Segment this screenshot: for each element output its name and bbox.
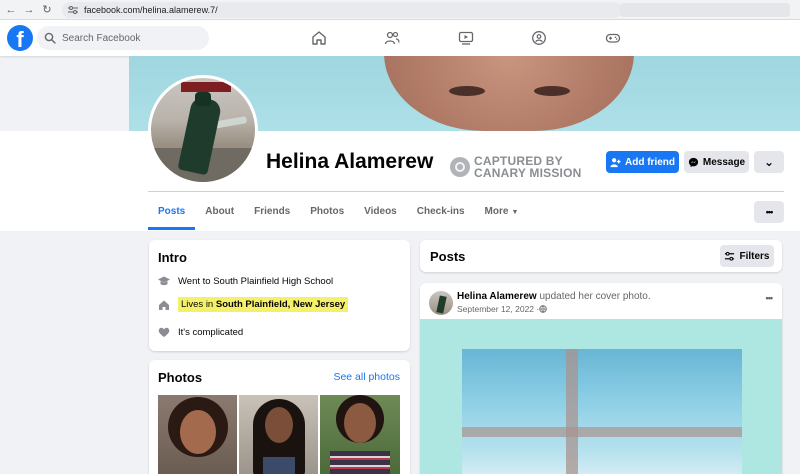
cover-eye-left [449, 86, 485, 96]
header-divider [148, 191, 784, 192]
browser-toolbar: ← → ↻ facebook.com/helina.alamerew.7/ [0, 0, 800, 20]
tab-friends[interactable]: Friends [244, 194, 300, 230]
intro-title: Intro [158, 250, 187, 265]
home-icon[interactable] [310, 29, 328, 47]
reload-button[interactable]: ↻ [38, 1, 56, 19]
profile-dropdown-button[interactable]: ⌄ [754, 151, 784, 173]
tab-more[interactable]: More ▼ [475, 194, 529, 230]
photo-2-clothing [263, 457, 295, 474]
tab-more-label: More [484, 206, 509, 217]
address-bar[interactable]: facebook.com/helina.alamerew.7/ [62, 1, 622, 18]
avatar-banner [181, 82, 231, 92]
post-author-name[interactable]: Helina Alamerew [457, 291, 537, 302]
profile-tabs: Posts About Friends Photos Videos Check-… [148, 194, 528, 230]
add-friend-button[interactable]: Add friend [606, 151, 679, 173]
messenger-icon [688, 157, 698, 167]
photo-thumbnail-3[interactable] [320, 395, 400, 474]
location-prefix: Lives in [181, 299, 216, 310]
graduation-cap-icon [158, 276, 170, 286]
tab-check-ins[interactable]: Check-ins [407, 194, 475, 230]
tab-photos[interactable]: Photos [300, 194, 354, 230]
forward-button[interactable]: → [20, 1, 38, 19]
search-icon [44, 32, 56, 44]
heart-icon [158, 327, 170, 337]
profile-avatar[interactable] [151, 78, 255, 182]
message-button[interactable]: Message [684, 151, 749, 173]
photo-3-face [344, 403, 376, 443]
blurred-toolbar-area [620, 3, 790, 17]
post-image-frame-horizontal [462, 427, 742, 437]
intro-education: Went to South Plainfield High School [158, 275, 333, 287]
add-friend-label: Add friend [625, 156, 675, 168]
tabs-overflow-button[interactable]: ••• [754, 201, 784, 223]
location-link[interactable]: South Plainfield, New Jersey [216, 299, 345, 310]
back-button[interactable]: ← [2, 1, 20, 19]
intro-relationship: It's complicated [158, 326, 243, 338]
posts-title: Posts [430, 249, 466, 264]
filters-label: Filters [739, 250, 770, 262]
add-friend-icon [610, 157, 621, 167]
cover-eye-right [534, 86, 570, 96]
post-cover-image[interactable] [420, 319, 782, 474]
photo-thumbnail-1[interactable] [158, 395, 237, 474]
photo-3-sweater [330, 451, 390, 474]
cover-photo-face [384, 56, 634, 131]
profile-name: Helina Alamerew [266, 150, 434, 173]
avatar-hat [195, 92, 211, 106]
groups-icon[interactable] [530, 29, 548, 47]
posts-header-card: Posts Filters [420, 240, 782, 272]
post-header-text: Helina Alamerew updated her cover photo. [457, 291, 651, 302]
search-input[interactable] [62, 32, 202, 44]
post-image-window [462, 349, 742, 474]
canary-mission-watermark: CAPTURED BY CANARY MISSION [450, 155, 581, 179]
photo-thumbnail-2[interactable] [239, 395, 318, 474]
post-options-button[interactable]: ••• [766, 293, 774, 303]
search-box[interactable] [37, 26, 209, 50]
post-meta: September 12, 2022 · [457, 304, 547, 314]
photos-title: Photos [158, 370, 203, 385]
post-author-avatar[interactable] [429, 291, 453, 315]
caret-down-icon: ▼ [511, 209, 519, 216]
home-location-icon [159, 300, 169, 310]
location-highlight: Lives in South Plainfield, New Jersey [178, 297, 349, 312]
url-text: facebook.com/helina.alamerew.7/ [84, 4, 218, 15]
education-text: Went to South Plainfield High School [178, 275, 334, 287]
filters-button[interactable]: Filters [720, 245, 774, 267]
photos-card: Photos See all photos [149, 360, 410, 474]
relationship-text: It's complicated [178, 326, 244, 338]
canary-logo-icon [450, 157, 470, 177]
tab-posts[interactable]: Posts [148, 194, 196, 230]
tab-about[interactable]: About [195, 194, 244, 230]
friends-icon[interactable] [383, 29, 401, 47]
post-action-text: updated her cover photo. [536, 291, 651, 302]
see-all-photos-link[interactable]: See all photos [333, 371, 400, 383]
gaming-icon[interactable] [604, 29, 622, 47]
post-date[interactable]: September 12, 2022 · [457, 304, 539, 314]
watch-icon[interactable] [457, 29, 475, 47]
facebook-header: f [0, 20, 800, 56]
facebook-logo[interactable]: f [7, 25, 33, 51]
intro-card: Intro Went to South Plainfield High Scho… [149, 240, 410, 351]
watermark-line-2: CANARY MISSION [474, 166, 582, 180]
tab-videos[interactable]: Videos [354, 194, 407, 230]
filters-icon [725, 251, 735, 261]
site-settings-icon[interactable] [68, 5, 78, 14]
message-label: Message [702, 156, 746, 168]
post-image-frame-vertical [566, 349, 578, 474]
intro-location: Lives in South Plainfield, New Jersey [158, 297, 349, 312]
globe-icon [539, 305, 547, 313]
photo-2-face [265, 407, 293, 443]
post-card: Helina Alamerew updated her cover photo.… [420, 283, 782, 474]
photo-1-face [180, 410, 216, 454]
